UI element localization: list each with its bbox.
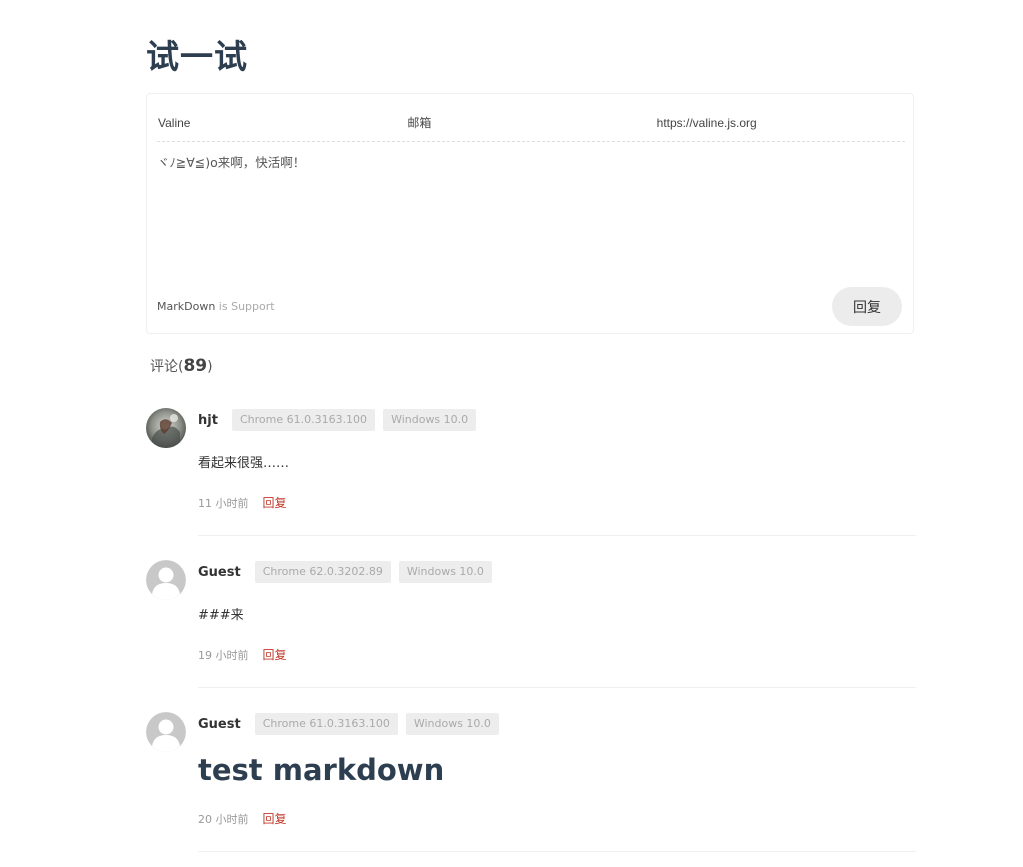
email-input[interactable] <box>406 104 656 141</box>
markdown-suffix: is Support <box>218 300 275 313</box>
comment-time: 20 小时前 <box>198 812 249 826</box>
comment-count-label: 评论( <box>150 359 184 375</box>
comment-editor: MarkDown is Support 回复 <box>146 93 914 334</box>
default-user-avatar-icon <box>146 712 186 752</box>
comment-meta: 19 小时前 回复 <box>198 646 287 663</box>
comment-divider <box>198 687 916 688</box>
comment-content-heading: test markdown <box>198 753 445 787</box>
comment-divider <box>198 535 916 536</box>
link-input[interactable] <box>655 104 905 141</box>
comment-header: Guest Chrome 62.0.3202.89 Windows 10.0 <box>198 561 500 583</box>
os-badge: Windows 10.0 <box>398 561 492 583</box>
photo-avatar-icon <box>146 408 186 448</box>
comment-content: ###来 <box>198 608 244 623</box>
comment-divider <box>198 851 916 852</box>
markdown-link[interactable]: MarkDown <box>157 300 215 313</box>
os-badge: Windows 10.0 <box>383 409 477 431</box>
reply-link[interactable]: 回复 <box>263 646 287 663</box>
comment-content: 看起来很强…… <box>198 456 290 471</box>
page-title: 试一试 <box>146 37 248 76</box>
comment-count-close: ) <box>207 359 213 375</box>
browser-badge: Chrome 61.0.3163.100 <box>254 713 398 735</box>
comment-nick[interactable]: Guest <box>198 565 241 580</box>
comment-time: 11 小时前 <box>198 496 249 510</box>
comment-header: Guest Chrome 61.0.3163.100 Windows 10.0 <box>198 713 507 735</box>
comment-nick[interactable]: hjt <box>198 413 218 428</box>
comment-nick[interactable]: Guest <box>198 717 241 732</box>
reply-link[interactable]: 回复 <box>263 494 287 511</box>
reply-link[interactable]: 回复 <box>263 810 287 827</box>
comment-count: 评论(89) <box>150 356 213 376</box>
comment-count-number: 89 <box>183 356 208 376</box>
os-badge: Windows 10.0 <box>405 713 499 735</box>
comment-header: hjt Chrome 61.0.3163.100 Windows 10.0 <box>198 409 484 431</box>
markdown-support-note: MarkDown is Support <box>157 300 275 313</box>
submit-reply-button[interactable]: 回复 <box>832 287 902 326</box>
default-user-avatar-icon <box>146 560 186 600</box>
comment-textarea[interactable] <box>157 152 905 272</box>
comment-meta: 20 小时前 回复 <box>198 810 287 827</box>
browser-badge: Chrome 61.0.3163.100 <box>231 409 376 431</box>
comment-time: 19 小时前 <box>198 648 249 662</box>
browser-badge: Chrome 62.0.3202.89 <box>254 561 391 583</box>
comment-meta: 11 小时前 回复 <box>198 494 287 511</box>
nick-input[interactable] <box>157 104 407 141</box>
editor-header <box>157 104 905 142</box>
